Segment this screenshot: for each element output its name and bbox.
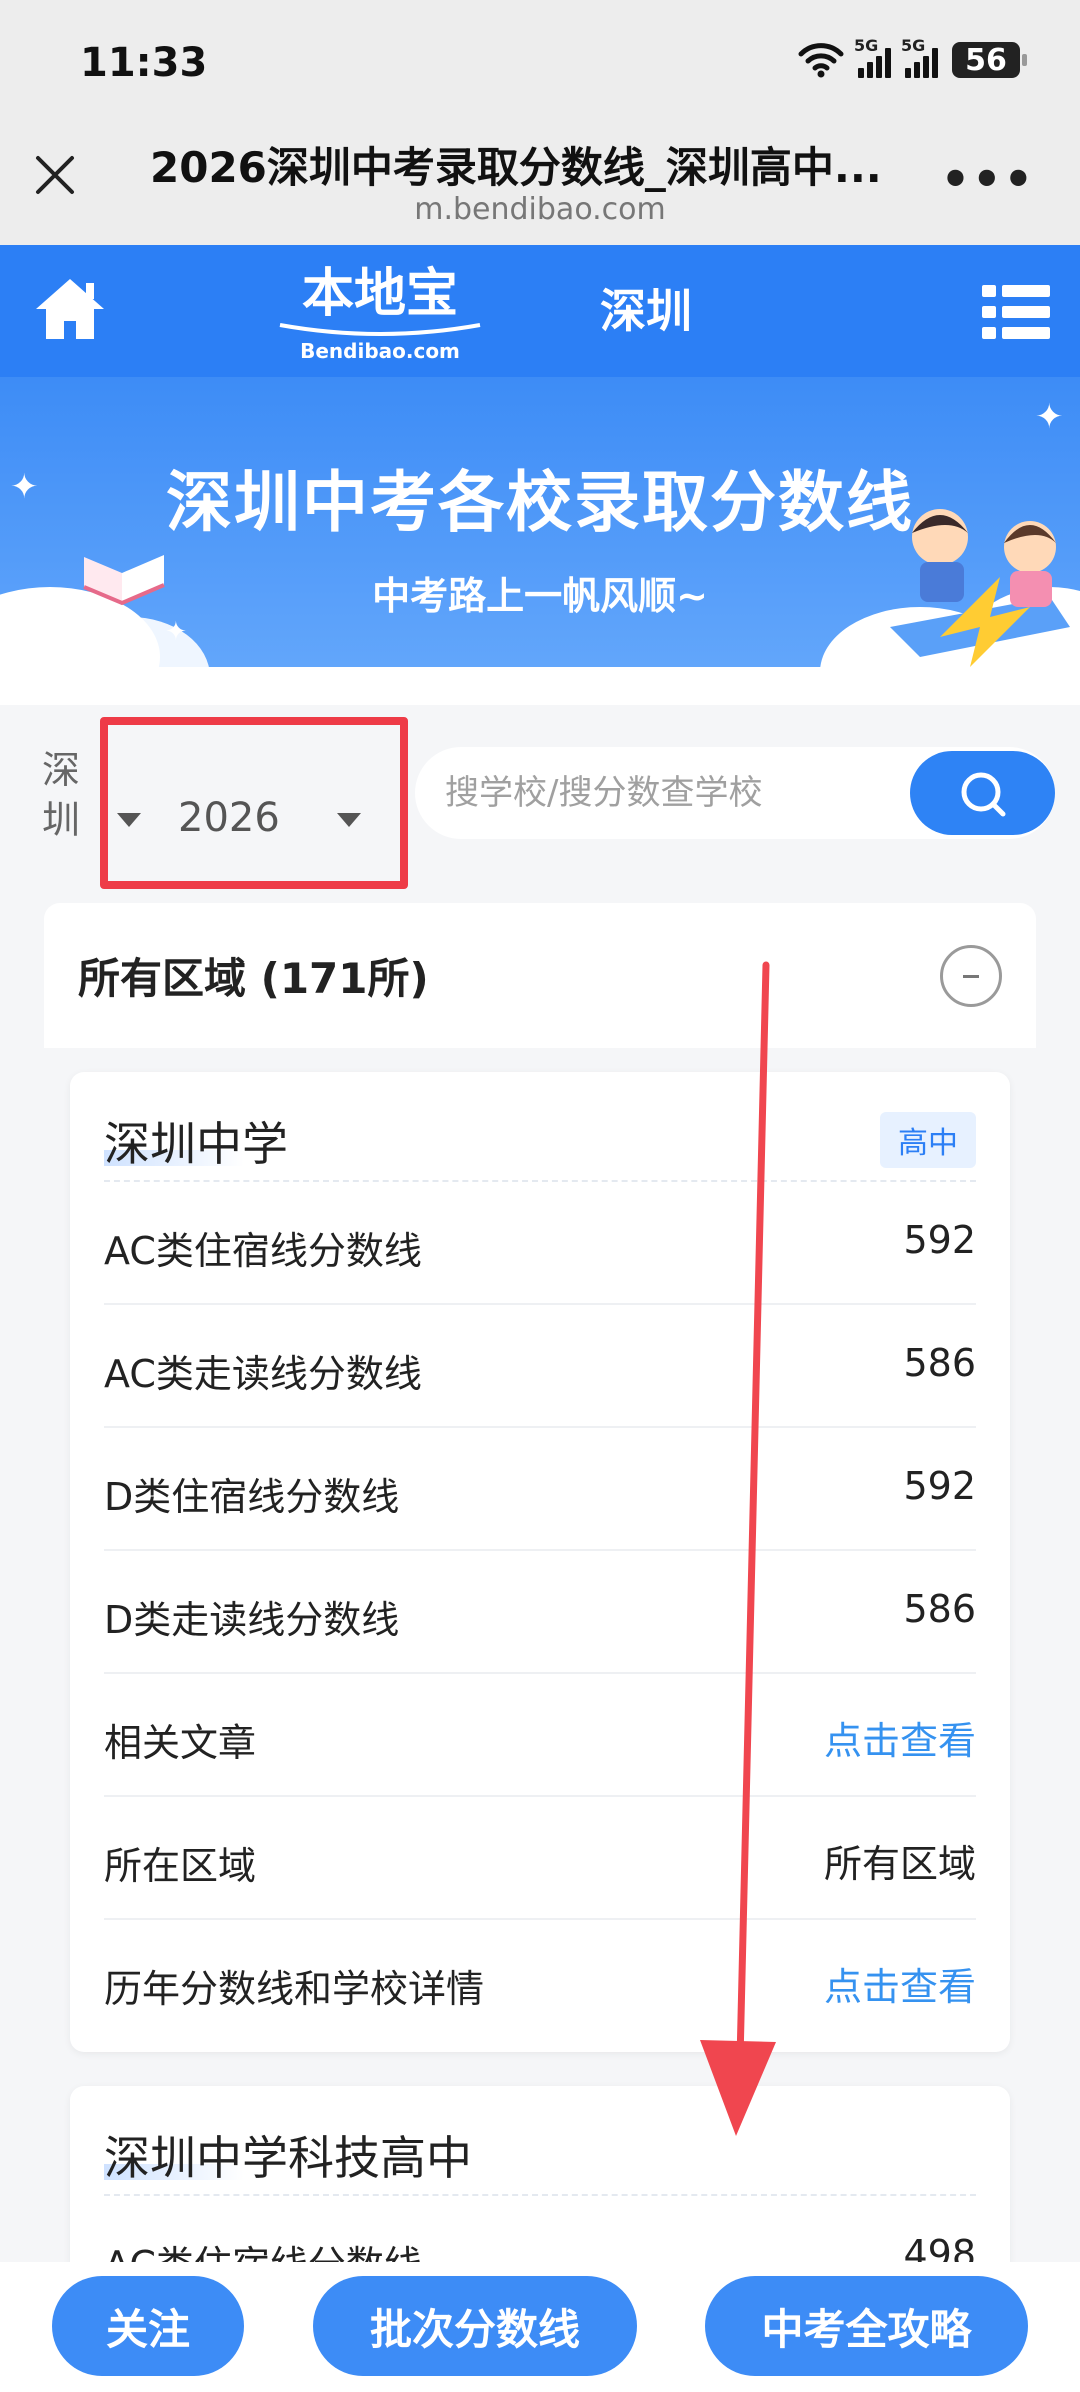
site-header: 本地宝 Bendibao.com 深圳 — [0, 245, 1080, 377]
row-value: 所有区域 — [823, 1842, 976, 1886]
logo-main-text: 本地宝 — [301, 263, 458, 324]
page-title: 2026深圳中考录取分数线_深圳高中... — [150, 143, 882, 192]
area-title: 所有区域 (171所) — [78, 954, 429, 1003]
collapse-button[interactable] — [940, 945, 1002, 1007]
school-card[interactable]: 深圳中学科技高中 AC类住宿线分数线 498 — [70, 2086, 1010, 2286]
star-icon: ✦ — [1035, 397, 1064, 437]
row-value: 592 — [903, 1218, 976, 1262]
search-box — [415, 747, 1055, 839]
banner-bottom-strip — [0, 667, 1080, 705]
menu-icon[interactable] — [982, 283, 1050, 341]
city-name[interactable]: 深圳 — [600, 275, 692, 341]
follow-button[interactable]: 关注 — [52, 2276, 244, 2376]
row-label: AC类住宿线分数线 — [104, 1229, 422, 1273]
signal-icon: 5G — [854, 36, 891, 78]
home-icon[interactable] — [32, 275, 108, 343]
score-row: D类走读线分数线 586 — [104, 1551, 976, 1674]
search-icon — [961, 772, 1006, 817]
score-row: AC类住宿线分数线 592 — [104, 1182, 976, 1305]
view-link[interactable]: 点击查看 — [824, 1956, 976, 2011]
row-value: 586 — [903, 1587, 976, 1631]
row-label: 所在区域 — [104, 1844, 257, 1888]
row-label: D类住宿线分数线 — [104, 1475, 400, 1519]
page-url: m.bendibao.com — [414, 192, 666, 227]
battery-icon: 56 — [952, 42, 1027, 78]
more-menu-button[interactable]: ••• — [941, 152, 1035, 206]
browser-bar: 2026深圳中考录取分数线_深圳高中... m.bendibao.com ••• — [0, 130, 1080, 245]
status-bar: 11:33 5G 5G 56 — [0, 0, 1080, 130]
status-time: 11:33 — [80, 40, 208, 86]
area-section: 所有区域 (171所) — [44, 903, 1036, 1048]
logo-swoosh — [279, 323, 481, 336]
exam-guide-button[interactable]: 中考全攻略 — [705, 2276, 1028, 2376]
city-label: 深圳 — [42, 748, 81, 842]
score-row: D类住宿线分数线 592 — [104, 1428, 976, 1551]
annotation-highlight-box — [100, 717, 408, 889]
logo-sub-text: Bendibao.com — [300, 339, 460, 363]
status-icons: 5G 5G 56 — [798, 36, 1027, 78]
batch-score-button[interactable]: 批次分数线 — [313, 2276, 637, 2376]
row-label: AC类走读线分数线 — [104, 1352, 422, 1396]
wifi-icon — [798, 43, 844, 78]
row-label: 相关文章 — [104, 1721, 257, 1765]
banner: ✦ ✦ ✦ 深圳中考各校录取分数线 中考路上一帆风顺~ — [0, 377, 1080, 667]
school-card-header: 深圳中学 高中 — [104, 1072, 976, 1182]
row-label: D类走读线分数线 — [104, 1598, 400, 1642]
school-card[interactable]: 深圳中学 高中 AC类住宿线分数线 592 AC类走读线分数线 586 D类住宿… — [70, 1072, 1010, 2052]
search-button[interactable] — [910, 751, 1055, 835]
school-card-header: 深圳中学科技高中 — [104, 2086, 976, 2196]
row-value: 586 — [903, 1341, 976, 1385]
search-input[interactable] — [445, 747, 885, 839]
star-icon: ✦ — [165, 617, 187, 647]
bottom-bar: 关注 批次分数线 中考全攻略 — [0, 2262, 1080, 2392]
district-row: 所在区域 所有区域 — [104, 1797, 976, 1920]
score-row: AC类走读线分数线 586 — [104, 1305, 976, 1428]
signal-icon-2: 5G — [901, 36, 938, 78]
bendibao-logo[interactable]: 本地宝 Bendibao.com — [275, 263, 485, 363]
school-name[interactable]: 深圳中学科技高中 — [104, 2122, 472, 2188]
related-articles-row: 相关文章 点击查看 — [104, 1674, 976, 1797]
row-label: 历年分数线和学校详情 — [104, 1967, 485, 2011]
school-name[interactable]: 深圳中学 — [104, 1108, 288, 1174]
kids-illustration — [890, 509, 1070, 667]
row-value: 592 — [903, 1464, 976, 1508]
history-detail-row: 历年分数线和学校详情 点击查看 — [104, 1920, 976, 2043]
school-type-badge: 高中 — [880, 1112, 976, 1168]
view-link[interactable]: 点击查看 — [824, 1710, 976, 1765]
